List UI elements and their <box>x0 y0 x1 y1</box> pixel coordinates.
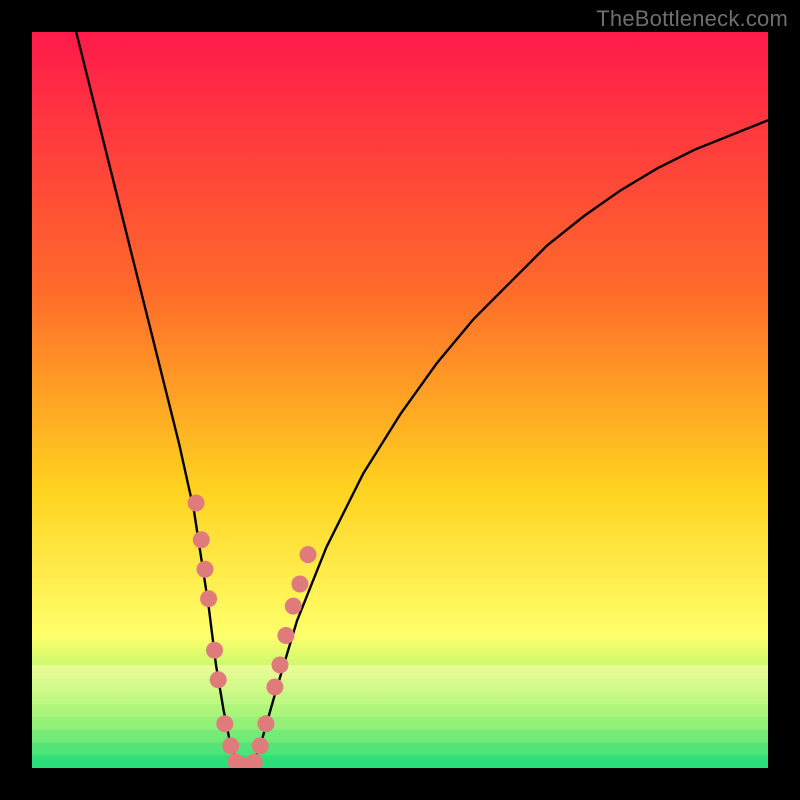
data-dot <box>193 531 210 548</box>
plot-background <box>32 32 768 768</box>
data-dot <box>291 576 308 593</box>
watermark-text: TheBottleneck.com <box>596 6 788 32</box>
data-dot <box>216 715 233 732</box>
frame-bottom <box>0 768 800 800</box>
data-dot <box>188 495 205 512</box>
data-dot <box>258 715 275 732</box>
data-dot <box>285 598 302 615</box>
data-dot <box>200 590 217 607</box>
frame-left <box>0 0 32 800</box>
frame-right <box>768 0 800 800</box>
bottleneck-chart <box>0 0 800 800</box>
data-dot <box>222 737 239 754</box>
data-dot <box>277 627 294 644</box>
data-dot <box>300 546 317 563</box>
data-dot <box>266 679 283 696</box>
data-dot <box>252 737 269 754</box>
data-dot <box>206 642 223 659</box>
bottom-bands <box>32 665 768 769</box>
data-dot <box>272 657 289 674</box>
chart-container: TheBottleneck.com <box>0 0 800 800</box>
data-dot <box>197 561 214 578</box>
data-dot <box>210 671 227 688</box>
